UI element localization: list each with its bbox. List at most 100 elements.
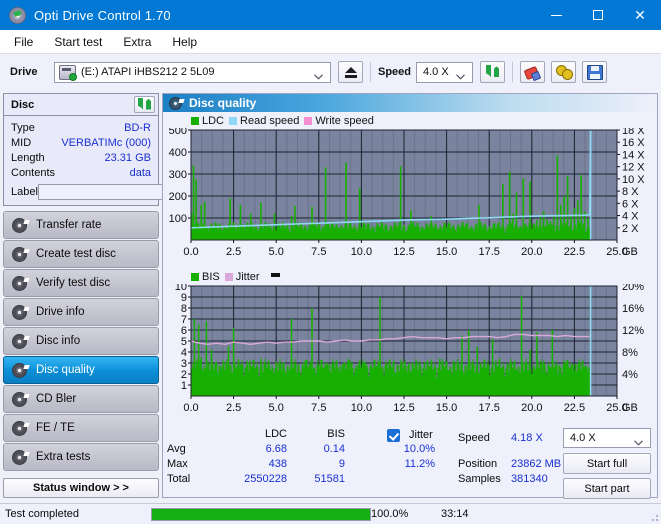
menu-item-start-test[interactable]: Start test (45, 33, 111, 51)
start-part-button[interactable]: Start part (563, 478, 651, 499)
stats-avg-bis: 0.14 (323, 443, 345, 455)
svg-text:14 X: 14 X (622, 149, 645, 161)
sidebar-item-label: CD Bler (36, 393, 77, 405)
stats-max-jitter: 11.2% (404, 458, 435, 470)
disc-panel-title: Disc (11, 98, 35, 111)
sidebar-nav: Transfer rate Create test disc Verify te… (3, 211, 159, 471)
svg-text:12.5: 12.5 (393, 246, 414, 258)
disc-row-length-key: Length (11, 151, 45, 164)
sidebar-item-label: Extra tests (36, 451, 91, 463)
svg-text:10.0: 10.0 (351, 402, 372, 414)
disc-test-icon (12, 449, 27, 465)
sidebar-item-drive-info[interactable]: Drive info (3, 298, 159, 326)
ldc-chart-svg: 1002003004005002 X4 X6 X8 X10 X12 X14 X1… (169, 128, 646, 258)
menu-item-extra[interactable]: Extra (114, 33, 160, 51)
disc-row-type-key: Type (11, 121, 35, 134)
eraser-icon (525, 66, 540, 79)
bis-chart-legend: BIS Jitter (191, 270, 280, 284)
legend-label-ldc: LDC (202, 115, 225, 127)
legend-swatch-write-speed (304, 117, 313, 125)
disc-test-icon (12, 304, 27, 320)
disc-test-icon (12, 246, 27, 262)
erase-button[interactable] (520, 61, 545, 83)
toolbar-divider-2 (512, 62, 513, 82)
refresh-button[interactable] (480, 61, 505, 83)
eject-icon (344, 66, 357, 78)
chevron-down-icon (634, 437, 643, 449)
disc-row-type-value: BD-R (124, 121, 151, 134)
save-button[interactable] (582, 61, 607, 83)
disc-label-row: Label (11, 183, 240, 201)
app-disc-icon (9, 6, 26, 24)
svg-text:16 X: 16 X (622, 137, 645, 149)
start-full-button[interactable]: Start full (563, 453, 651, 474)
sidebar-item-extra-tests[interactable]: Extra tests (3, 443, 159, 471)
svg-text:18 X: 18 X (622, 128, 645, 137)
test-speed-select[interactable]: 4.0 X (563, 428, 651, 448)
eject-button[interactable] (338, 61, 363, 83)
legend-label-read-speed: Read speed (240, 115, 300, 127)
toolbar-divider-1 (370, 62, 371, 82)
sidebar-item-fe-te[interactable]: FE / TE (3, 414, 159, 442)
scrollbar-thumb-marker[interactable] (270, 272, 280, 277)
disc-row-mid-key: MID (11, 136, 32, 149)
elapsed-time: 33:14 (441, 508, 469, 520)
speed-label: Speed (378, 66, 412, 78)
sidebar-item-label: Verify test disc (36, 277, 111, 289)
maximize-button[interactable] (577, 0, 619, 30)
left-panel: Disc Type BD-R MID VERBATIMc (000) Lengt… (3, 93, 240, 498)
legend-label-jitter: Jitter (235, 271, 260, 283)
save-icon (586, 64, 603, 80)
svg-text:3: 3 (181, 358, 187, 370)
legend-item-write-speed: Write speed (304, 115, 374, 127)
menu-item-help[interactable]: Help (163, 33, 206, 51)
svg-text:2.5: 2.5 (226, 402, 241, 414)
sidebar-item-verify-test-disc[interactable]: Verify test disc (3, 269, 159, 297)
refresh-icon (485, 65, 500, 79)
stats-max-ldc: 438 (268, 458, 287, 470)
svg-text:8%: 8% (622, 347, 638, 359)
stats-avg-ldc: 6.68 (265, 443, 287, 455)
svg-text:6: 6 (181, 325, 187, 337)
menu-item-file[interactable]: File (5, 33, 42, 51)
sidebar-item-cd-bler[interactable]: CD Bler (3, 385, 159, 413)
svg-text:15.0: 15.0 (436, 402, 457, 414)
content-panel: Disc quality LDC Read speed Write speed … (162, 93, 658, 499)
svg-text:9: 9 (181, 292, 187, 304)
title-bar: Opti Drive Control 1.70 ✕ (0, 0, 661, 30)
progress-bar (151, 507, 371, 521)
sidebar-item-label: Create test disc (36, 248, 116, 260)
settings-button[interactable] (551, 61, 576, 83)
minimize-button[interactable] (535, 0, 577, 30)
jitter-checkbox[interactable] (387, 429, 400, 442)
svg-text:20.0: 20.0 (521, 402, 542, 414)
svg-text:0.0: 0.0 (183, 402, 198, 414)
legend-swatch-read-speed (229, 117, 238, 125)
sidebar-item-disc-quality[interactable]: Disc quality (3, 356, 159, 384)
disc-row-length-value: 23.31 GB (104, 151, 151, 164)
svg-text:4: 4 (181, 347, 187, 359)
svg-text:100: 100 (169, 213, 187, 225)
svg-text:22.5: 22.5 (564, 402, 585, 414)
svg-text:GB: GB (622, 246, 638, 258)
disc-row-mid: MID VERBATIMc (000) (11, 135, 151, 150)
sidebar-item-transfer-rate[interactable]: Transfer rate (3, 211, 159, 239)
svg-text:5.0: 5.0 (269, 246, 284, 258)
status-window-button[interactable]: Status window > > (3, 478, 159, 498)
legend-item-bis: BIS (191, 271, 220, 283)
drive-select[interactable]: (E:) ATAPI iHBS212 2 5L09 (54, 61, 331, 83)
svg-text:7.5: 7.5 (311, 402, 326, 414)
resize-grip[interactable] (649, 512, 659, 522)
stats-avg-jitter: 10.0% (403, 443, 435, 455)
disc-info-rows: Type BD-R MID VERBATIMc (000) Length 23.… (4, 116, 240, 201)
svg-text:17.5: 17.5 (478, 402, 499, 414)
close-button[interactable]: ✕ (619, 0, 661, 30)
svg-text:10.0: 10.0 (351, 246, 372, 258)
disc-refresh-button[interactable] (134, 96, 155, 113)
sidebar-item-create-test-disc[interactable]: Create test disc (3, 240, 159, 268)
sidebar-item-disc-info[interactable]: Disc info (3, 327, 159, 355)
speed-select[interactable]: 4.0 X (416, 61, 473, 83)
legend-swatch-ldc (191, 117, 199, 125)
svg-text:7.5: 7.5 (311, 246, 326, 258)
window-controls: ✕ (535, 0, 661, 30)
